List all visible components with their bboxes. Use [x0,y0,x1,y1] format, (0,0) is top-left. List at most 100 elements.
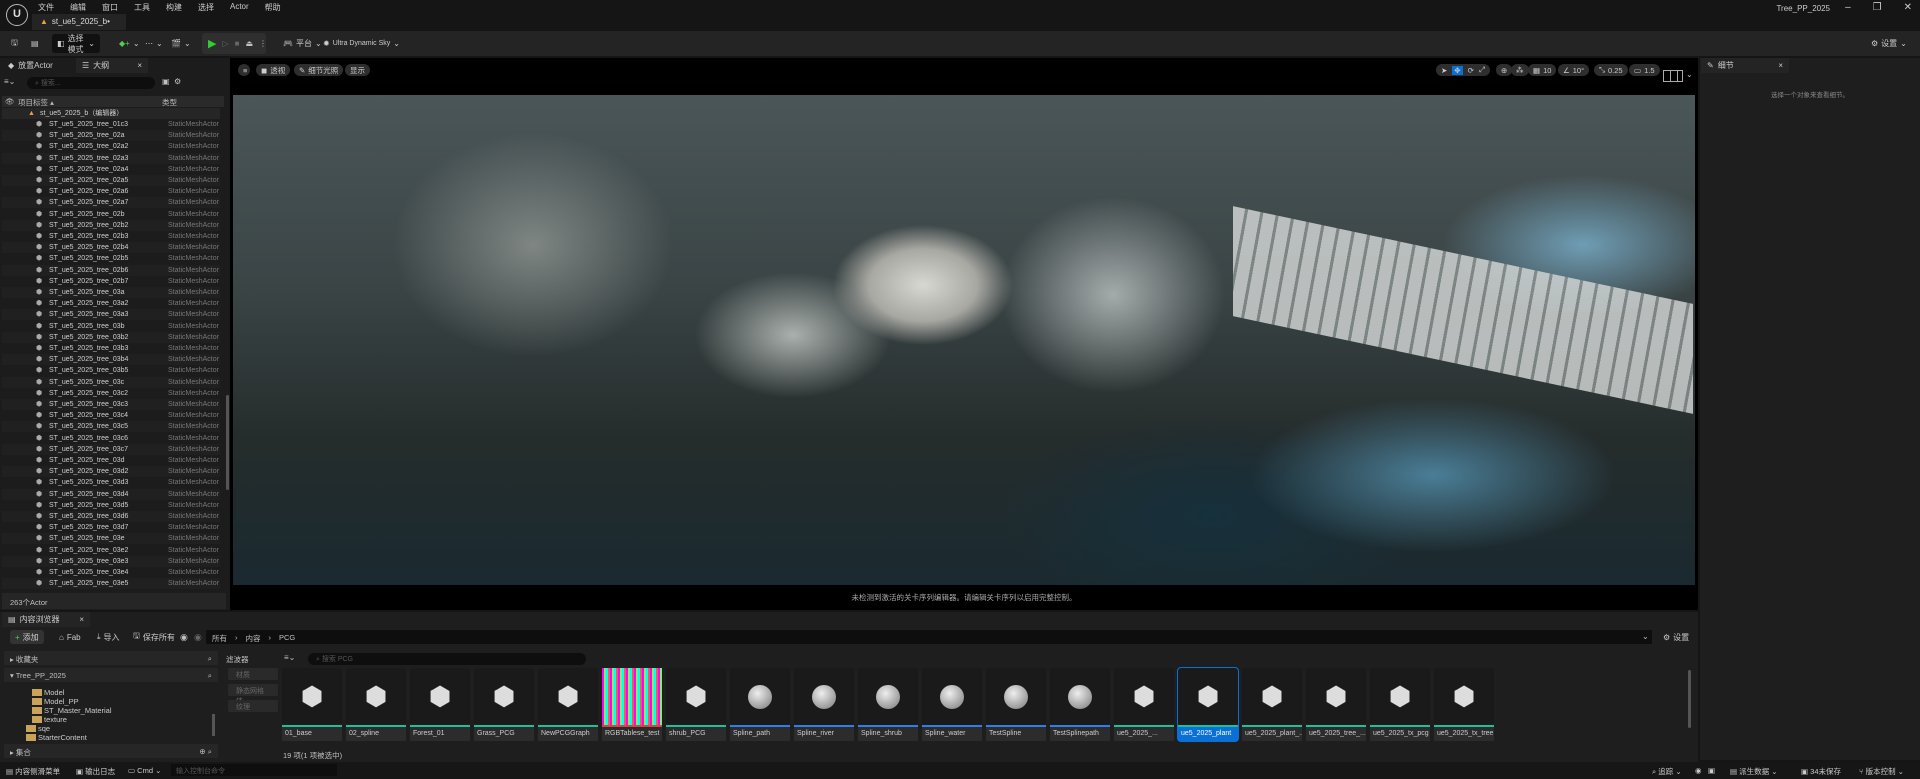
outliner-row[interactable]: ⬢ ST_ue5_2025_tree_02a5 StaticMeshActor [2,175,220,186]
unreal-logo[interactable]: U [6,4,28,26]
folder-st-master-material[interactable]: ST_Master_Material [32,706,112,715]
save-icon[interactable]: 🖫 [6,34,23,53]
sky-dropdown[interactable]: ✹ Ultra Dynamic Sky ⌄ [318,34,405,53]
scene-render[interactable] [233,95,1695,585]
select-icon[interactable]: ➤ [1441,66,1447,75]
outliner-row[interactable]: ⬢ ST_ue5_2025_tree_03c2 StaticMeshActor [2,388,220,399]
asset-tile[interactable]: ⬢ ue5_2025_tx_tree [1434,668,1494,741]
outliner-row[interactable]: ⬢ ST_ue5_2025_tree_03c5 StaticMeshActor [2,421,220,433]
asset-search-input[interactable]: ⌕ 搜索 PCG [308,653,586,665]
outliner-row[interactable]: ⬢ ST_ue5_2025_tree_03c6 StaticMeshActor [2,433,220,444]
asset-tile[interactable]: ⬢ ue5_2025_... [1114,668,1174,741]
version-control-dropdown[interactable]: ⑂ 版本控制 ⌄ [1859,766,1904,777]
outliner-row[interactable]: ⬢ ST_ue5_2025_tree_02b5 StaticMeshActor [2,253,220,264]
scale-icon[interactable]: ⤢ [1479,65,1485,75]
outliner-row[interactable]: ⬢ ST_ue5_2025_tree_02a StaticMeshActor [2,130,220,142]
folder-scrollbar[interactable] [212,714,215,736]
camera-speed[interactable]: ▭ 1.5 [1629,64,1660,76]
outliner-row[interactable]: ⬢ ST_ue5_2025_tree_02a2 StaticMeshActor [2,141,220,152]
menu-item[interactable]: 编辑 [70,2,86,13]
output-log-button[interactable]: ▣ 输出日志 [76,766,115,777]
folder-texture[interactable]: texture [32,715,67,724]
scale-snap[interactable]: ⤡ 0.25 [1594,64,1628,76]
asset-tile[interactable]: ⬢ ue5_2025_plant [1177,667,1239,742]
layout-icon[interactable] [1663,70,1683,82]
folder-sqe[interactable]: sqe [26,724,50,733]
outliner-row[interactable]: ⬢ ST_ue5_2025_tree_03d2 StaticMeshActor [2,466,220,478]
move-icon[interactable]: ✥ [1452,65,1463,75]
asset-tile[interactable]: ⬢ ue5_2025_tx_pcg [1370,668,1430,741]
settings-dropdown[interactable]: ⚙ 设置 ⌄ [1866,34,1912,53]
outliner-row[interactable]: ⬢ ST_ue5_2025_tree_03b4 StaticMeshActor [2,354,220,366]
filter-texture[interactable]: 纹理 [228,700,278,712]
content-settings-button[interactable]: ⚙ 设置 [1658,630,1694,644]
outliner-row[interactable]: ⬢ ST_ue5_2025_tree_03d StaticMeshActor [2,455,220,466]
maximize-icon[interactable]: ❐ [1873,2,1882,13]
column-label[interactable]: 项目标签 ▴ [18,97,54,108]
show-button[interactable]: 显示 [345,64,370,76]
rotate-icon[interactable]: ⟳ [1468,66,1474,75]
folder-model-pp[interactable]: Model_PP [32,697,79,706]
close-icon[interactable]: × [137,61,142,70]
outliner-row[interactable]: ⬢ ST_ue5_2025_tree_03c StaticMeshActor [2,376,220,388]
favorites-section[interactable]: ▸ 收藏夹 ⌕ [4,651,218,665]
filter-icon[interactable]: ≡⌄ [4,77,15,86]
outliner-row[interactable]: ⬢ ST_ue5_2025_tree_02a4 StaticMeshActor [2,164,220,175]
outliner-row[interactable]: ⬢ ST_ue5_2025_tree_02b4 StaticMeshActor [2,242,220,254]
asset-tile[interactable]: Spline_shrub [858,668,918,741]
asset-tile[interactable]: ⬢ 01_base [282,668,342,741]
close-icon[interactable]: ✕ [1904,2,1912,13]
outliner-row[interactable]: ⬢ ST_ue5_2025_tree_03e5 StaticMeshActor [2,578,220,590]
step-icon[interactable]: ▷ [222,39,228,48]
menu-item[interactable]: 文件 [38,2,54,13]
outliner-row[interactable]: ⬢ ST_ue5_2025_tree_03d6 StaticMeshActor [2,511,220,522]
breadcrumb-item[interactable]: 内容 [246,633,261,643]
menu-item[interactable]: 选择 [198,2,214,13]
content-drawer-button[interactable]: ▤ 内容侧滑菜单 [6,766,60,777]
outliner-row[interactable]: ⬢ ST_ue5_2025_tree_03a StaticMeshActor [2,287,220,298]
save-all-button[interactable]: 🖫 保存所有 [128,630,180,644]
more-icon[interactable]: ⋮ [259,39,267,48]
import-button[interactable]: ⤓ 导入 [92,630,125,644]
outliner-row[interactable]: ⬢ ST_ue5_2025_tree_03a2 StaticMeshActor [2,298,220,309]
play-icon[interactable]: ▶ [208,37,216,50]
outliner-row[interactable]: ⬢ ST_ue5_2025_tree_03a3 StaticMeshActor [2,309,220,321]
outliner-row[interactable]: ⬢ ST_ue5_2025_tree_03d4 StaticMeshActor [2,488,220,500]
outliner-search-input[interactable]: ⌕ 搜索... [27,77,155,89]
outliner-row[interactable]: ⬢ ST_ue5_2025_tree_03e StaticMeshActor [2,533,220,545]
stop-icon[interactable]: ■ [235,39,240,48]
folder-model[interactable]: Model [32,688,64,697]
unsaved-button[interactable]: ▣ 34未保存 [1801,766,1841,777]
search-icon[interactable]: ⌕ [208,671,212,681]
minimize-icon[interactable]: – [1845,2,1851,13]
asset-tile[interactable]: ⬢ shrub_PCG [666,668,726,741]
screenshot-icon[interactable]: ▣ [1708,766,1715,775]
outliner-scrollbar[interactable] [226,395,229,490]
asset-tile[interactable]: Spline_path [730,668,790,741]
outliner-row[interactable]: ⬢ ST_ue5_2025_tree_02b7 StaticMeshActor [2,276,220,287]
outliner-row[interactable]: ⬢ ST_ue5_2025_tree_03e2 StaticMeshActor [2,545,220,556]
outliner-row[interactable]: ⬢ ST_ue5_2025_tree_03e3 StaticMeshActor [2,555,220,567]
chevron-down-icon[interactable]: ⌄ [1686,70,1693,79]
filter-material[interactable]: 材质 [228,668,278,680]
outliner-row[interactable]: ⬢ ST_ue5_2025_tree_03c4 StaticMeshActor [2,410,220,421]
add-folder-icon[interactable]: ▣ [162,77,170,86]
asset-tile[interactable]: ⬢ 02_spline [346,668,406,741]
outliner-row[interactable]: ⬢ ST_ue5_2025_tree_03b3 StaticMeshActor [2,343,220,354]
asset-tile[interactable]: Spline_water [922,668,982,741]
browse-icon[interactable]: ▤ [26,34,44,53]
outliner-row[interactable]: ⬢ ST_ue5_2025_tree_03c7 StaticMeshActor [2,443,220,455]
mode-dropdown[interactable]: ◧ 选择模式 ⌄ [52,34,100,54]
angle-snap[interactable]: ∠ 10° [1558,64,1590,76]
asset-tile[interactable]: RGBTablese_test [602,668,662,741]
asset-scrollbar[interactable] [1688,670,1691,728]
tab-outliner[interactable]: ☰ 大纲 × [76,58,148,73]
close-icon[interactable]: × [79,615,84,624]
asset-tile[interactable]: ⬢ ue5_2025_tree_... [1306,668,1366,741]
column-type[interactable]: 类型 [162,97,177,108]
breadcrumb-item[interactable]: 所有 [212,633,227,643]
chevron-down-icon[interactable]: ⌄ [1642,632,1649,641]
outliner-row[interactable]: ⬢ ST_ue5_2025_tree_02b2 StaticMeshActor [2,219,220,231]
project-section[interactable]: ▾ Tree_PP_2025 ⌕ [4,668,218,682]
outliner-root-row[interactable]: ▲ st_ue5_2025_b（编辑器） [2,108,220,119]
